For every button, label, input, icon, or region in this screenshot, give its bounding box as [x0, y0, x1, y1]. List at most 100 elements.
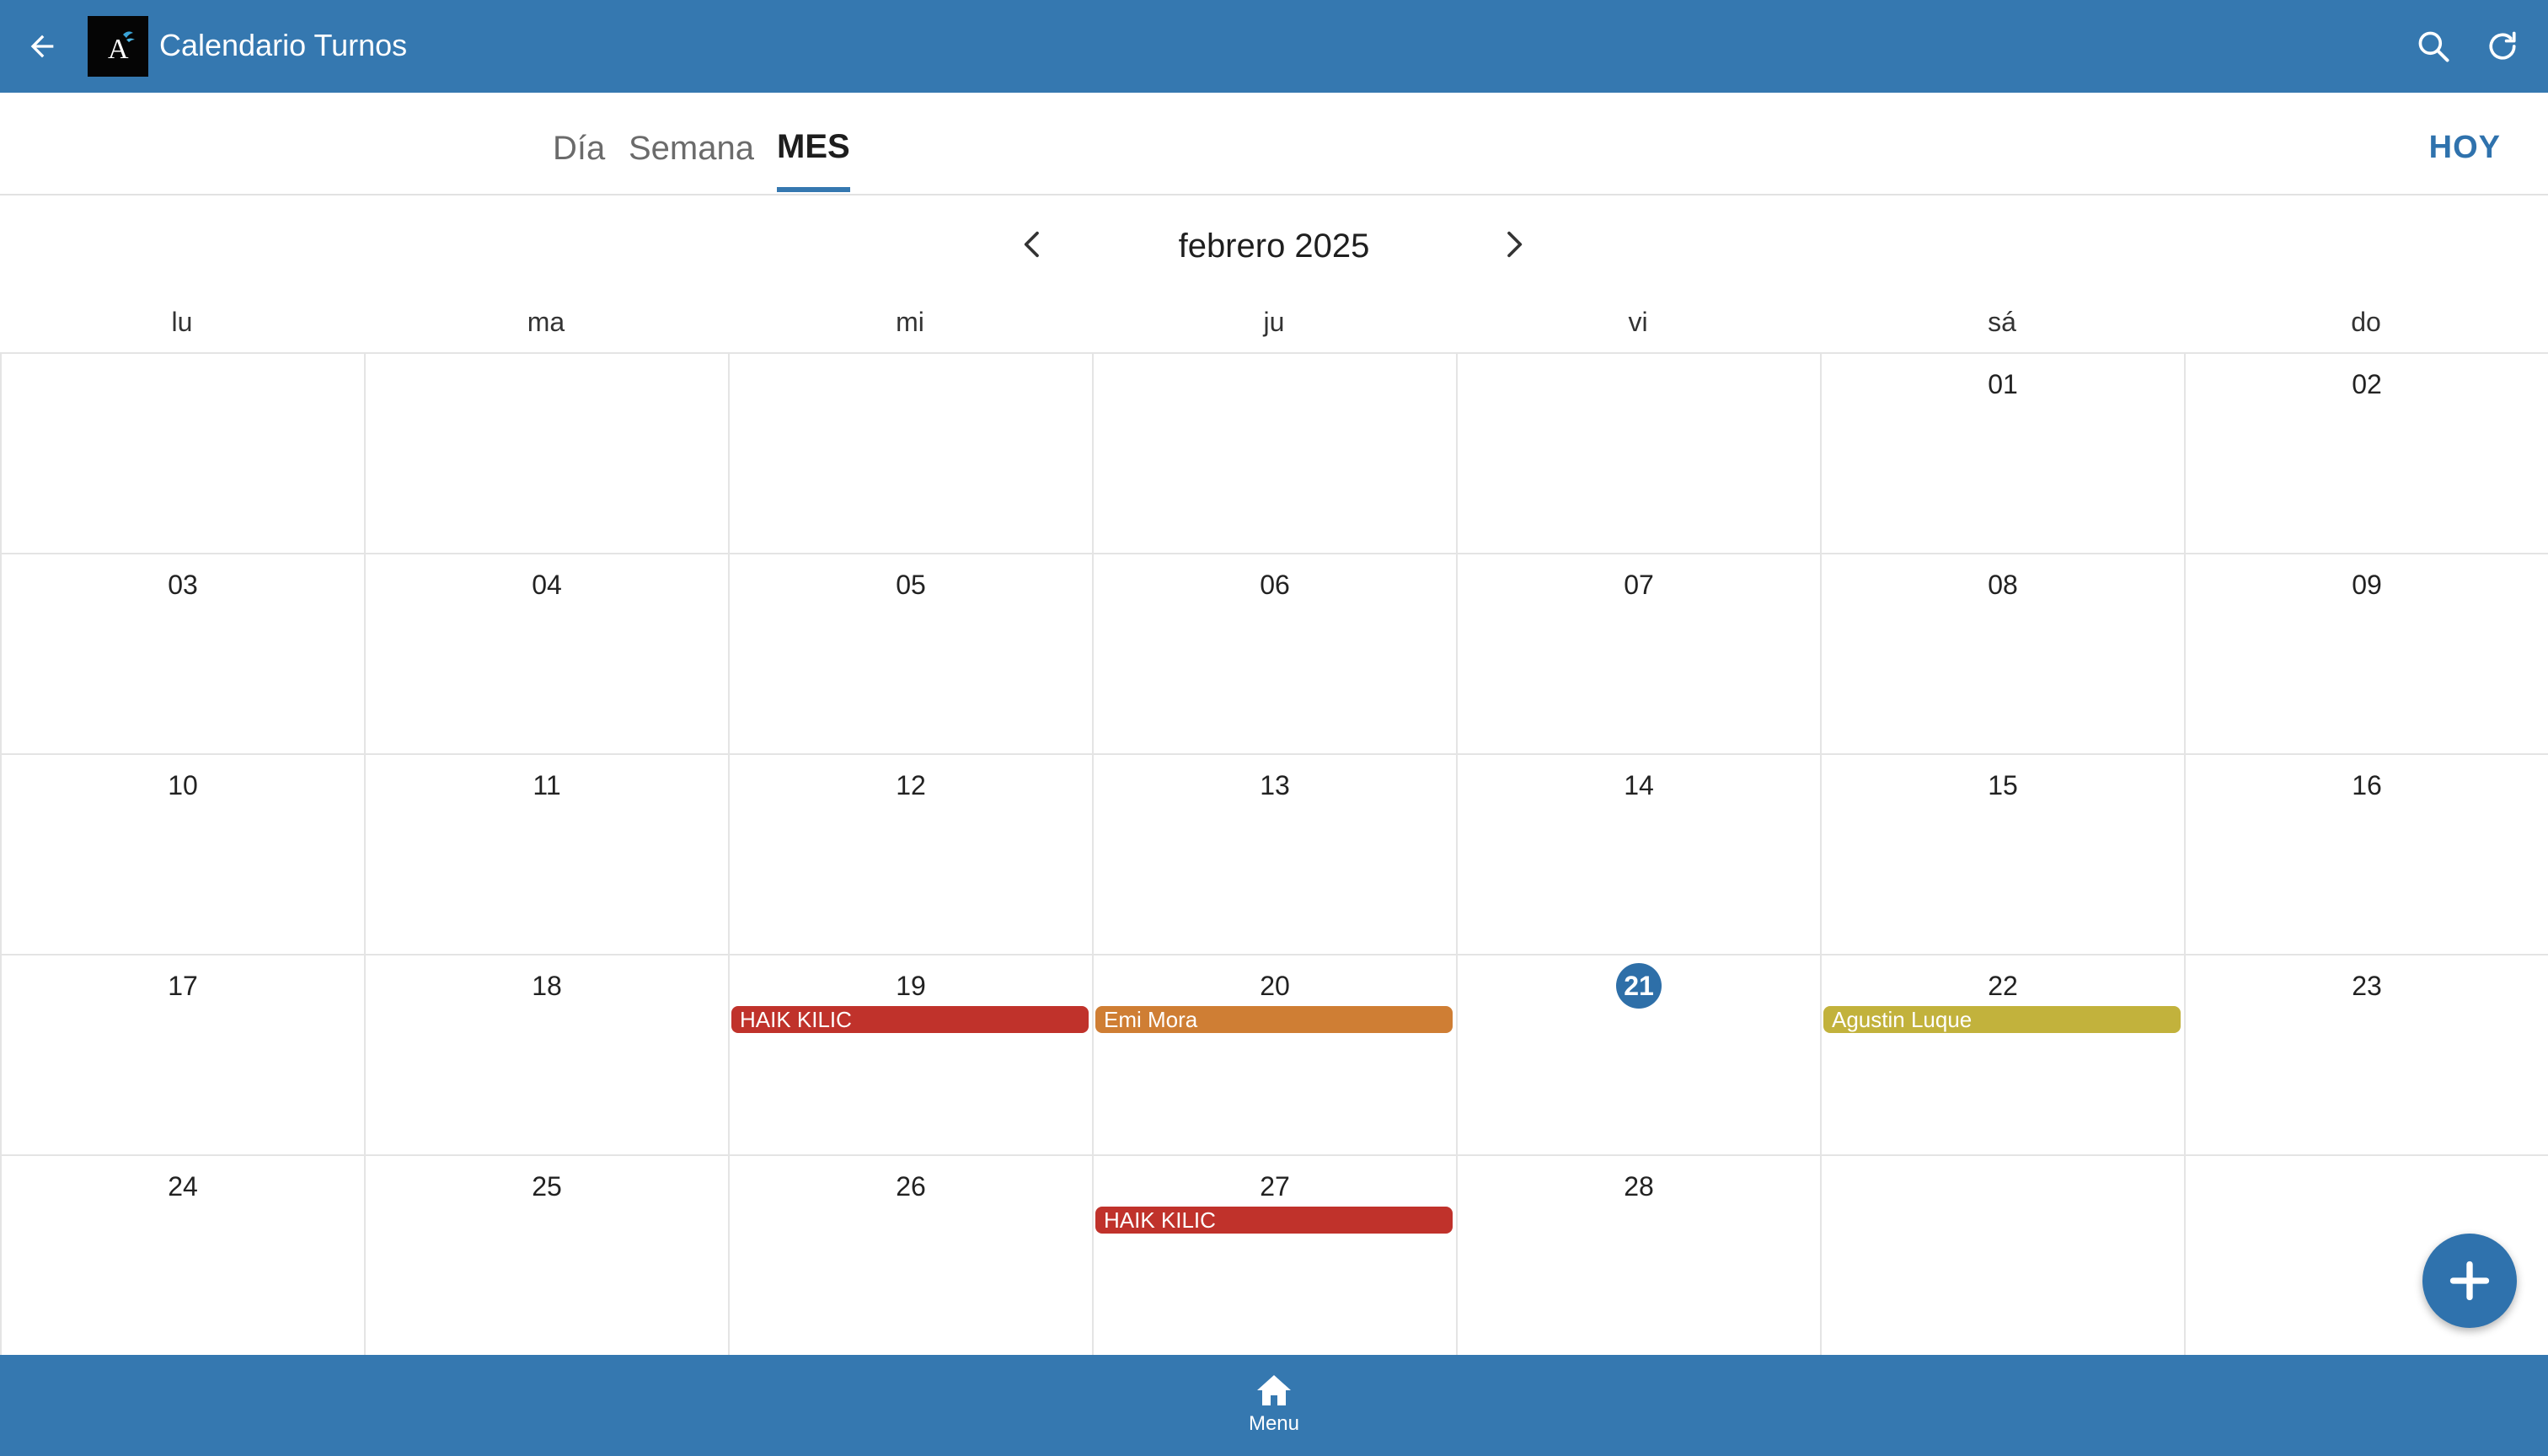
day-cell[interactable]: [364, 354, 728, 553]
day-number: 27: [1260, 1171, 1290, 1202]
day-number: 25: [532, 1171, 562, 1202]
day-cell[interactable]: 08: [1820, 554, 2184, 753]
week-row: 03 04 05 06 07 08 09: [0, 554, 2548, 755]
day-cell[interactable]: [1092, 354, 1456, 553]
day-number: 28: [1624, 1171, 1654, 1202]
app-logo: A: [88, 16, 148, 77]
weekday-label: vi: [1628, 307, 1648, 337]
day-number: 18: [532, 971, 562, 1001]
day-cell[interactable]: 10: [0, 755, 364, 954]
event-chip[interactable]: HAIK KILIC: [731, 1006, 1089, 1033]
menu-label: Menu: [1248, 1412, 1300, 1435]
chevron-right-icon[interactable]: [1488, 219, 1539, 270]
day-number: 20: [1260, 971, 1290, 1001]
day-number: 26: [896, 1171, 926, 1202]
day-cell[interactable]: 14: [1456, 755, 1820, 954]
week-row: 17 18 19 HAIK KILIC 20 Emi Mora 21 22 Agustin Lu…: [0, 956, 2548, 1156]
day-number: 24: [168, 1171, 198, 1202]
tab-day[interactable]: Día: [553, 128, 605, 194]
search-icon[interactable]: [2408, 21, 2459, 72]
week-row: 24 25 26 27 HAIK KILIC 28: [0, 1156, 2548, 1357]
day-cell[interactable]: 11: [364, 755, 728, 954]
app-title: Calendario Turnos: [159, 28, 408, 62]
day-number: 09: [2352, 570, 2382, 600]
day-cell[interactable]: 01: [1820, 354, 2184, 553]
day-number: 22: [1988, 971, 2018, 1001]
week-row: 10 11 12 13 14 15 16: [0, 755, 2548, 956]
tab-week[interactable]: Semana: [629, 128, 754, 194]
day-cell[interactable]: 27 HAIK KILIC: [1092, 1156, 1456, 1357]
month-navigation: febrero 2025: [0, 195, 2548, 297]
day-cell[interactable]: [0, 354, 364, 553]
day-cell[interactable]: 21: [1456, 956, 1820, 1154]
bottom-navigation: Menu: [0, 1355, 2548, 1456]
day-cell[interactable]: 06: [1092, 554, 1456, 753]
day-number: 01: [1988, 369, 2018, 399]
day-cell[interactable]: 23: [2184, 956, 2548, 1154]
day-number: 07: [1624, 570, 1654, 600]
day-number: 08: [1988, 570, 2018, 600]
day-cell[interactable]: 28: [1456, 1156, 1820, 1357]
event-chip[interactable]: HAIK KILIC: [1095, 1207, 1453, 1234]
day-cell[interactable]: 09: [2184, 554, 2548, 753]
day-cell[interactable]: 24: [0, 1156, 364, 1357]
day-cell[interactable]: 18: [364, 956, 728, 1154]
month-grid: 01 02 03 04 05 06 07 08 09 10 11 12 13 14 15 16 17 18 19 HA…: [0, 352, 2548, 1357]
day-cell[interactable]: 07: [1456, 554, 1820, 753]
day-cell[interactable]: 13: [1092, 755, 1456, 954]
plus-icon: [2449, 1261, 2490, 1301]
weekday-header: lu ma mi ju vi sá do: [0, 297, 2548, 352]
day-number: 02: [2352, 369, 2382, 399]
day-cell[interactable]: 12: [728, 755, 1092, 954]
week-row: 01 02: [0, 354, 2548, 554]
tab-month-label: MES: [777, 128, 850, 165]
chevron-left-icon[interactable]: [1008, 219, 1058, 270]
view-tabs: Día Semana MES HOY: [0, 93, 2548, 195]
day-number: 16: [2352, 770, 2382, 800]
day-cell[interactable]: 19 HAIK KILIC: [728, 956, 1092, 1154]
day-number: 14: [1624, 770, 1654, 800]
day-number: 13: [1260, 770, 1290, 800]
refresh-icon[interactable]: [2477, 21, 2528, 72]
event-chip[interactable]: Agustin Luque: [1823, 1006, 2181, 1033]
day-cell[interactable]: [728, 354, 1092, 553]
day-number: 10: [168, 770, 198, 800]
day-cell[interactable]: 04: [364, 554, 728, 753]
add-event-button[interactable]: [2422, 1234, 2517, 1328]
weekday-label: mi: [896, 307, 924, 337]
day-number: 15: [1988, 770, 2018, 800]
tab-month[interactable]: MES: [777, 126, 850, 192]
day-number: 23: [2352, 971, 2382, 1001]
today-button[interactable]: HOY: [2429, 130, 2501, 166]
day-cell[interactable]: 15: [1820, 755, 2184, 954]
day-number: 17: [168, 971, 198, 1001]
day-cell[interactable]: 20 Emi Mora: [1092, 956, 1456, 1154]
day-cell[interactable]: 16: [2184, 755, 2548, 954]
day-number: 05: [896, 570, 926, 600]
day-number: 19: [896, 971, 926, 1001]
day-cell[interactable]: 03: [0, 554, 364, 753]
day-number: 03: [168, 570, 198, 600]
weekday-label: lu: [171, 307, 193, 337]
weekday-label: ma: [527, 307, 565, 337]
menu-button[interactable]: Menu: [1223, 1372, 1325, 1448]
event-chip[interactable]: Emi Mora: [1095, 1006, 1453, 1033]
home-icon: [1257, 1375, 1291, 1405]
weekday-label: do: [2351, 307, 2381, 337]
day-cell[interactable]: 26: [728, 1156, 1092, 1357]
back-arrow-icon[interactable]: [17, 21, 67, 72]
day-cell[interactable]: [1456, 354, 1820, 553]
day-cell[interactable]: 25: [364, 1156, 728, 1357]
day-number: 06: [1260, 570, 1290, 600]
day-cell[interactable]: [1820, 1156, 2184, 1357]
day-cell[interactable]: 02: [2184, 354, 2548, 553]
day-cell[interactable]: 22 Agustin Luque: [1820, 956, 2184, 1154]
svg-text:A: A: [108, 34, 129, 65]
day-cell[interactable]: 05: [728, 554, 1092, 753]
day-cell[interactable]: 17: [0, 956, 364, 1154]
day-number: 04: [532, 570, 562, 600]
weekday-label: ju: [1263, 307, 1285, 337]
day-number: 11: [533, 770, 561, 800]
month-label: febrero 2025: [1178, 228, 1370, 265]
weekday-label: sá: [1988, 307, 2016, 337]
